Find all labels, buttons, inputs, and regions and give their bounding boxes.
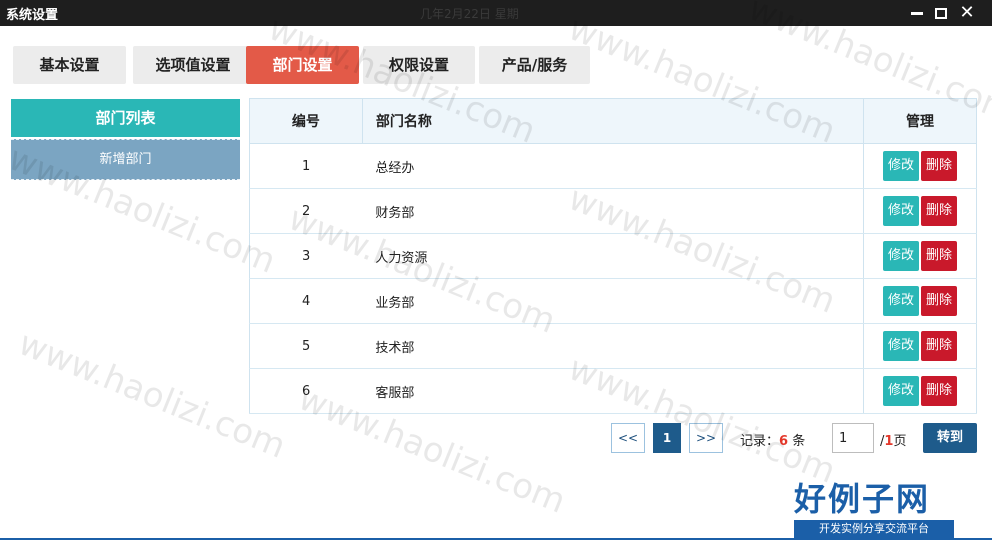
site-tagline: 开发实例分享交流平台 xyxy=(794,520,954,538)
window-titlebar: 系统设置 几年2月22日 星期 ✕ xyxy=(0,0,992,26)
prev-page-button[interactable]: << xyxy=(611,423,645,453)
close-icon[interactable]: ✕ xyxy=(956,0,978,26)
tab-permission-settings[interactable]: 权限设置 xyxy=(363,46,475,84)
delete-button[interactable]: 删除 xyxy=(921,376,958,406)
edit-button[interactable]: 修改 xyxy=(883,376,920,406)
sidebar-item-add-department[interactable]: 新增部门 xyxy=(11,139,240,180)
delete-button[interactable]: 删除 xyxy=(921,151,958,181)
delete-button[interactable]: 删除 xyxy=(921,241,958,271)
edit-button[interactable]: 修改 xyxy=(883,151,920,181)
cell-name: 业务部 xyxy=(362,278,864,324)
sidebar-header[interactable]: 部门列表 xyxy=(11,99,240,137)
cell-name: 人力资源 xyxy=(362,233,864,279)
total-suffix: 页 xyxy=(893,434,907,449)
cell-id: 1 xyxy=(249,143,363,189)
tab-option-values[interactable]: 选项值设置 xyxy=(133,46,253,84)
total-pages-summary: /1页 xyxy=(880,430,906,449)
window-ghost-text: 几年2月22日 星期 xyxy=(420,7,519,21)
tab-basic-settings[interactable]: 基本设置 xyxy=(13,46,126,84)
minimize-icon[interactable] xyxy=(906,0,928,26)
edit-button[interactable]: 修改 xyxy=(883,331,920,361)
records-summary: 记录：6 条 xyxy=(740,430,805,449)
cell-id: 5 xyxy=(249,323,363,369)
column-header-name: 部门名称 xyxy=(361,98,865,144)
cell-id: 6 xyxy=(249,368,363,414)
page-jump-input[interactable] xyxy=(832,423,874,453)
go-to-page-button[interactable]: 转到 xyxy=(923,423,977,453)
table-row: 5 技术部 修改 删除 xyxy=(249,323,977,369)
records-count: 6 xyxy=(779,434,789,449)
delete-button[interactable]: 删除 xyxy=(921,331,958,361)
delete-button[interactable]: 删除 xyxy=(921,286,958,316)
table-row: 1 总经办 修改 删除 xyxy=(249,143,977,189)
maximize-icon[interactable] xyxy=(930,0,952,26)
cell-name: 财务部 xyxy=(362,188,864,234)
records-unit: 条 xyxy=(792,434,806,449)
table-header-row: 编号 部门名称 管理 xyxy=(249,98,977,144)
cell-actions: 修改 删除 xyxy=(863,368,977,414)
cell-actions: 修改 删除 xyxy=(863,278,977,324)
edit-button[interactable]: 修改 xyxy=(883,286,920,316)
table-row: 6 客服部 修改 删除 xyxy=(249,368,977,414)
column-header-id: 编号 xyxy=(249,98,363,144)
table-row: 4 业务部 修改 删除 xyxy=(249,278,977,324)
cell-actions: 修改 删除 xyxy=(863,188,977,234)
cell-id: 3 xyxy=(249,233,363,279)
window-title: 系统设置 xyxy=(6,8,59,23)
cell-actions: 修改 删除 xyxy=(863,233,977,279)
cell-name: 技术部 xyxy=(362,323,864,369)
page-number-current[interactable]: 1 xyxy=(653,423,681,453)
table-row: 2 财务部 修改 删除 xyxy=(249,188,977,234)
department-table: 编号 部门名称 管理 1 总经办 修改 删除 2 财务部 修改 删除 3 人力资源 … xyxy=(249,98,977,414)
tab-products-services[interactable]: 产品/服务 xyxy=(479,46,590,84)
cell-id: 4 xyxy=(249,278,363,324)
cell-name: 总经办 xyxy=(362,143,864,189)
delete-button[interactable]: 删除 xyxy=(921,196,958,226)
cell-id: 2 xyxy=(249,188,363,234)
cell-actions: 修改 删除 xyxy=(863,143,977,189)
next-page-button[interactable]: >> xyxy=(689,423,723,453)
edit-button[interactable]: 修改 xyxy=(883,196,920,226)
bottom-divider xyxy=(0,538,992,540)
edit-button[interactable]: 修改 xyxy=(883,241,920,271)
cell-actions: 修改 删除 xyxy=(863,323,977,369)
records-label: 记录： xyxy=(740,434,780,449)
site-logo: 好例子网 xyxy=(794,480,931,518)
tab-department-settings[interactable]: 部门设置 xyxy=(246,46,359,84)
cell-name: 客服部 xyxy=(362,368,864,414)
column-header-manage: 管理 xyxy=(863,98,977,144)
table-row: 3 人力资源 修改 删除 xyxy=(249,233,977,279)
